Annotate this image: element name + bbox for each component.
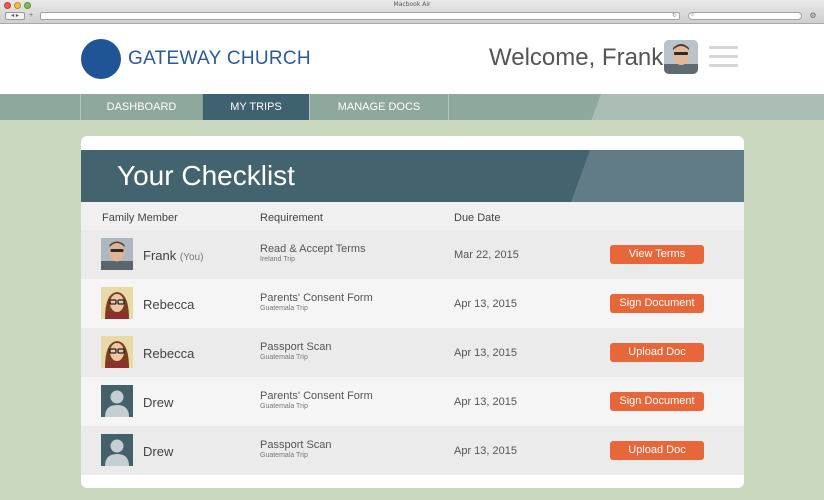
requirement-name: Passport Scan — [260, 341, 332, 353]
search-icon: ⌕ — [691, 12, 695, 18]
frank-photo — [101, 238, 133, 270]
tab-dashboard[interactable]: DASHBOARD — [80, 94, 202, 120]
upload-doc-button[interactable]: Upload Doc — [610, 441, 704, 460]
gear-icon[interactable]: ⚙ — [808, 11, 818, 21]
sign-document-button[interactable]: Sign Document — [610, 392, 704, 411]
page-title: Your Checklist — [117, 160, 295, 191]
column-header-requirement: Requirement — [260, 212, 323, 224]
main-nav: DASHBOARD MY TRIPS MANAGE DOCS — [0, 94, 824, 120]
site-header: GATEWAY CHURCH Welcome, Frank! — [0, 24, 824, 94]
default-user-icon — [101, 385, 133, 417]
church-name[interactable]: GATEWAY CHURCH — [128, 48, 311, 70]
trip-name: Ireland Trip — [260, 256, 296, 263]
column-header-due-date: Due Date — [454, 212, 501, 224]
member-name: Frank (You) — [143, 248, 204, 263]
requirement-name: Passport Scan — [260, 439, 332, 451]
welcome-message: Welcome, Frank! — [489, 44, 670, 71]
requirement-name: Read & Accept Terms — [260, 243, 366, 255]
menu-icon[interactable] — [709, 46, 738, 68]
trip-name: Guatemala Trip — [260, 452, 308, 459]
view-terms-button[interactable]: View Terms — [610, 245, 704, 264]
due-date: Apr 13, 2015 — [454, 396, 517, 408]
member-name: Drew — [143, 444, 174, 459]
church-logo-icon[interactable] — [81, 39, 121, 79]
due-date: Mar 22, 2015 — [454, 249, 519, 261]
table-row: Frank (You) Read & Accept Terms Ireland … — [81, 230, 744, 279]
browser-search-field[interactable]: ⌕ — [688, 12, 802, 20]
trip-name: Guatemala Trip — [260, 354, 308, 361]
member-name: Drew — [143, 395, 174, 410]
trip-name: Guatemala Trip — [260, 403, 308, 410]
reload-icon[interactable]: ↻ — [672, 12, 677, 19]
tab-my-trips[interactable]: MY TRIPS — [202, 94, 309, 120]
default-user-icon — [101, 434, 133, 466]
add-tab-icon[interactable]: + — [29, 12, 38, 20]
upload-doc-button[interactable]: Upload Doc — [610, 343, 704, 362]
user-avatar[interactable] — [664, 40, 698, 74]
member-name: Rebecca — [143, 346, 195, 361]
checklist-header: Your Checklist — [81, 150, 744, 202]
table-row: Drew Parents' Consent Form Guatemala Tri… — [81, 377, 744, 426]
table-row: Rebecca Passport Scan Guatemala Trip Apr… — [81, 328, 744, 377]
tab-manage-docs[interactable]: MANAGE DOCS — [309, 94, 449, 120]
sign-document-button[interactable]: Sign Document — [610, 294, 704, 313]
requirement-name: Parents' Consent Form — [260, 390, 373, 402]
due-date: Apr 13, 2015 — [454, 347, 517, 359]
address-bar[interactable]: ↻ — [40, 12, 680, 20]
rebecca-photo — [101, 287, 133, 319]
trip-name: Guatemala Trip — [260, 305, 308, 312]
table-header: Family Member Requirement Due Date — [81, 202, 744, 230]
browser-chrome: Macbook Air ◂ ▸ + ↻ ⌕ ⚙ — [0, 0, 824, 24]
back-forward-buttons[interactable]: ◂ ▸ — [5, 12, 25, 20]
member-name: Rebecca — [143, 297, 195, 312]
requirement-name: Parents' Consent Form — [260, 292, 373, 304]
column-header-family-member: Family Member — [102, 212, 178, 224]
table-row: Drew Passport Scan Guatemala Trip Apr 13… — [81, 426, 744, 475]
rebecca-photo — [101, 336, 133, 368]
due-date: Apr 13, 2015 — [454, 298, 517, 310]
table-row: Rebecca Parents' Consent Form Guatemala … — [81, 279, 744, 328]
window-title: Macbook Air — [393, 1, 431, 8]
due-date: Apr 13, 2015 — [454, 445, 517, 457]
checklist-card: Your Checklist Family Member Requirement… — [81, 136, 744, 488]
